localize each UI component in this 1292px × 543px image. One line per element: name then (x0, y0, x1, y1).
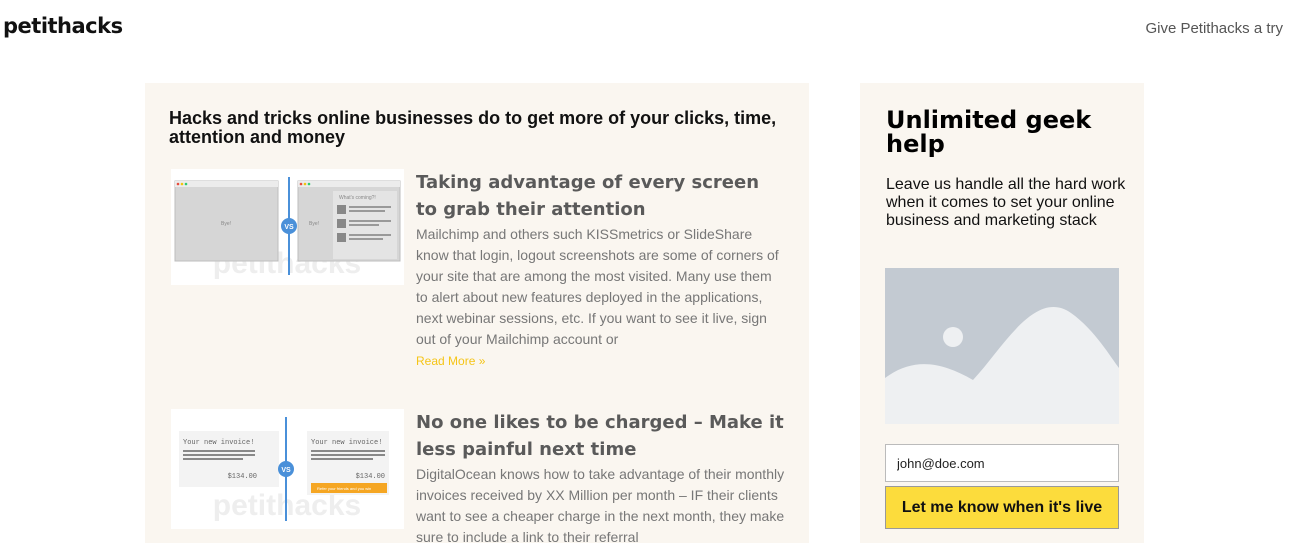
signup-description: Leave us handle all the hard work when i… (886, 176, 1126, 229)
thumb-invoice-right: Your new invoice! (311, 439, 382, 447)
thumb-vs-badge: VS (281, 467, 291, 474)
read-more-link[interactable]: Read More » (416, 354, 786, 368)
article-title-link[interactable]: No one likes to be charged – Make it les… (416, 409, 786, 463)
notify-me-button[interactable]: Let me know when it's live (885, 486, 1119, 529)
thumb-banner: What's coming?! (339, 195, 376, 201)
email-field[interactable] (885, 444, 1119, 482)
thumb-promo: Refer your friends and you win (317, 486, 371, 491)
invoice-comparison-image: petithacks Your new invoice! $134.00 VS … (171, 409, 404, 529)
image-placeholder-icon (885, 268, 1119, 424)
thumb-label-right: Bye! (309, 221, 319, 227)
signup-panel: Unlimited geek help Leave us handle all … (860, 83, 1144, 543)
thumb-invoice-left: Your new invoice! (183, 439, 254, 447)
article-excerpt: DigitalOcean knows how to take advantage… (416, 466, 785, 543)
article-title-link[interactable]: Taking advantage of every screen to grab… (416, 169, 786, 223)
thumb-label-left: Bye! (221, 221, 231, 227)
articles-panel: Hacks and tricks online businesses do to… (145, 83, 809, 543)
article-excerpt: Mailchimp and others such KISSmetrics or… (416, 226, 779, 347)
brand-logo[interactable]: petithacks (3, 14, 123, 38)
page-headline: Hacks and tricks online businesses do to… (169, 108, 777, 147)
screens-comparison-image: petithacks Bye! VS Bye! What's coming?! (171, 169, 404, 285)
thumb-vs-badge: VS (284, 224, 294, 231)
thumb-amount-left: $134.00 (228, 473, 257, 481)
signup-title: Unlimited geek help (886, 106, 1092, 158)
article-thumbnail[interactable]: petithacks Bye! VS Bye! What's coming?! (171, 169, 404, 285)
article-thumbnail[interactable]: petithacks Your new invoice! $134.00 VS … (171, 409, 404, 529)
thumb-amount-right: $134.00 (356, 473, 385, 481)
give-petithacks-try-link[interactable]: Give Petithacks a try (1145, 20, 1283, 37)
